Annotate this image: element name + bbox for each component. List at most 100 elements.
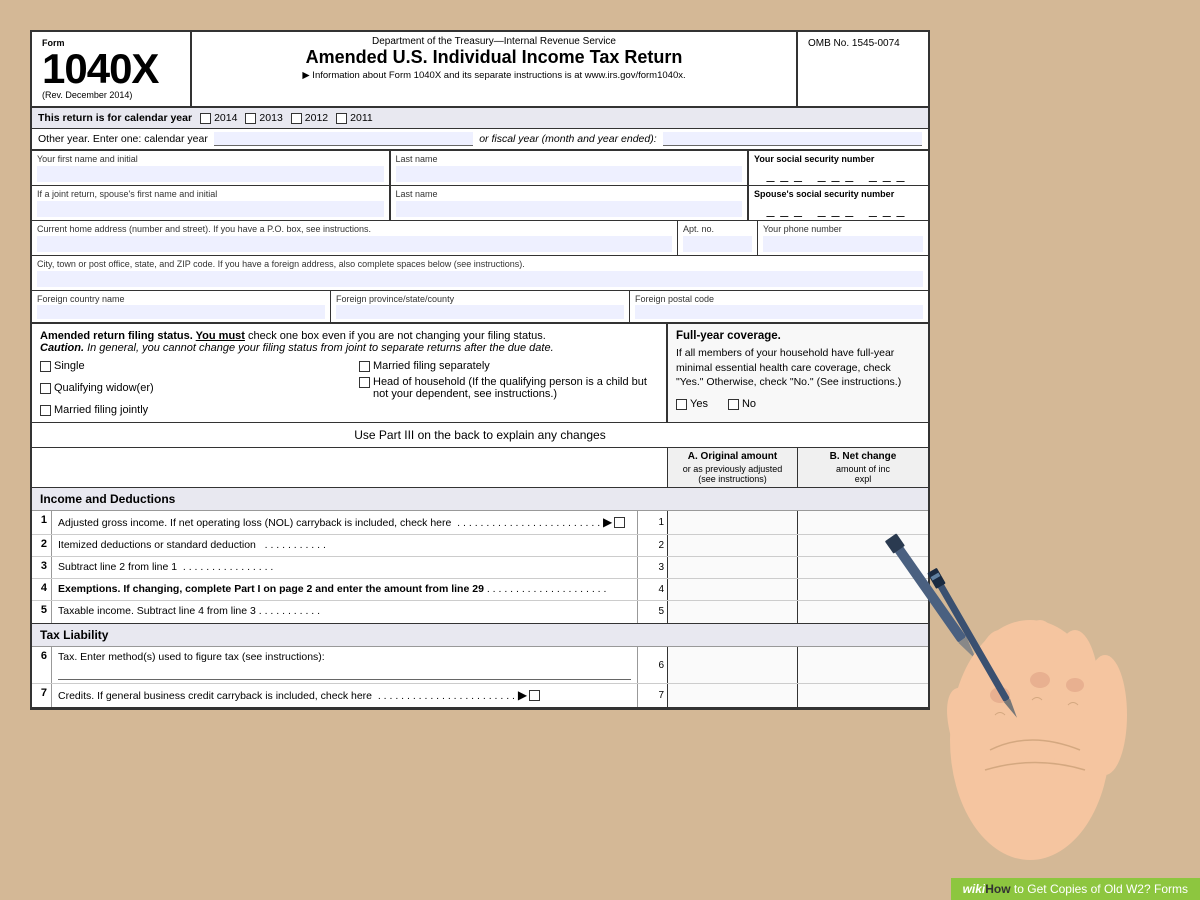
filing-single[interactable]: Single (40, 360, 339, 372)
label-widow: Qualifying widow(er) (54, 382, 154, 394)
cb-yes[interactable] (676, 399, 687, 410)
header-center: Department of the Treasury—Internal Reve… (192, 32, 798, 106)
income-section: Income and Deductions 1 Adjusted gross i… (32, 488, 928, 624)
col-b-label: B. Net change (802, 451, 924, 462)
line-6-row: 6 Tax. Enter method(s) used to figure ta… (32, 647, 928, 685)
caution-text: In general, you cannot change your filin… (87, 342, 554, 354)
col-b-sub: amount of inc (802, 464, 924, 474)
last-name-label: Last name (396, 154, 743, 164)
foreign-postal-cell: Foreign postal code (630, 291, 928, 322)
ssn-label: Your social security number (754, 154, 923, 164)
label-yes: Yes (690, 398, 708, 410)
col-a-label: A. Original amount (672, 451, 793, 462)
line-6-col-a[interactable] (668, 647, 798, 684)
cb-head-household[interactable] (359, 377, 370, 388)
line-1-col-b[interactable] (798, 511, 928, 534)
line-3-desc: Subtract line 2 from line 1 . . . . . . … (52, 557, 638, 578)
year-2014[interactable]: 2014 (200, 112, 237, 124)
col-a-sub2: (see instructions) (672, 474, 793, 484)
filing-title-bold: Amended return filing status. You must (40, 330, 245, 342)
line-5-num: 5 (32, 601, 52, 623)
city-row: City, town or post office, state, and ZI… (32, 256, 928, 291)
address-input[interactable] (37, 236, 672, 252)
cb-no[interactable] (728, 399, 739, 410)
full-year-text: If all members of your household have fu… (676, 346, 920, 390)
line-2-desc: Itemized deductions or standard deductio… (52, 535, 638, 556)
year-2013-label: 2013 (259, 112, 282, 124)
year-2011[interactable]: 2011 (336, 112, 373, 124)
first-name-input[interactable] (37, 166, 384, 182)
line-4-col-b[interactable] (798, 579, 928, 600)
last-name-input[interactable] (396, 166, 743, 182)
line-2-num: 2 (32, 535, 52, 556)
spouse-ssn-dashes: ___ ___ ___ (754, 201, 923, 217)
filing-married-sep[interactable]: Married filing separately (359, 360, 658, 372)
city-label: City, town or post office, state, and ZI… (37, 259, 923, 269)
phone-input[interactable] (763, 236, 923, 252)
line-6-col-b[interactable] (798, 647, 928, 684)
label-married-joint: Married filing jointly (54, 404, 148, 416)
line-7-col-a[interactable] (668, 684, 798, 707)
foreign-country-input[interactable] (37, 305, 325, 319)
line-3-col-b[interactable] (798, 557, 928, 578)
label-married-sep: Married filing separately (373, 360, 490, 372)
spouse-name-row: If a joint return, spouse's first name a… (32, 186, 928, 221)
checkbox-2013[interactable] (245, 113, 256, 124)
cb-nol[interactable] (614, 517, 625, 528)
filing-head-household[interactable]: Head of household (If the qualifying per… (359, 376, 658, 400)
line-5-col-b[interactable] (798, 601, 928, 623)
fiscal-year-input[interactable] (663, 132, 922, 146)
spouse-first-input[interactable] (37, 201, 384, 217)
apt-input[interactable] (683, 236, 752, 252)
part3-row: Use Part III on the back to explain any … (32, 423, 928, 448)
spouse-ssn-cell: Spouse's social security number ___ ___ … (748, 186, 928, 220)
line-5-col-a[interactable] (668, 601, 798, 623)
cb-married-joint[interactable] (40, 405, 51, 416)
line-2-col-a[interactable] (668, 535, 798, 556)
year-2012[interactable]: 2012 (291, 112, 328, 124)
cb-biz-credit[interactable] (529, 690, 540, 701)
line-1-row: 1 Adjusted gross income. If net operatin… (32, 511, 928, 535)
line-3-num: 3 (32, 557, 52, 578)
line-1-ref: 1 (638, 511, 668, 534)
col-b-header: B. Net change amount of inc expl (798, 448, 928, 487)
filing-widow[interactable]: Qualifying widow(er) (40, 376, 339, 400)
full-year-yes-no: Yes No (676, 398, 920, 410)
cb-married-sep[interactable] (359, 361, 370, 372)
foreign-postal-input[interactable] (635, 305, 923, 319)
spouse-first-label: If a joint return, spouse's first name a… (37, 189, 384, 199)
wikihow-suffix: to Get Copies of Old W2? Forms (1011, 882, 1188, 896)
line-3-col-a[interactable] (668, 557, 798, 578)
filing-married-joint[interactable]: Married filing jointly (40, 404, 339, 416)
other-year-input[interactable] (214, 132, 473, 146)
business-text: business (144, 690, 185, 702)
line-4-col-a[interactable] (668, 579, 798, 600)
checkbox-2012[interactable] (291, 113, 302, 124)
full-year-section: Full-year coverage. If all members of yo… (668, 324, 928, 422)
line-2-col-b[interactable] (798, 535, 928, 556)
spouse-last-input[interactable] (396, 201, 743, 217)
full-year-no[interactable]: No (728, 398, 756, 410)
foreign-province-input[interactable] (336, 305, 624, 319)
or-text: or fiscal year (month and year ended): (479, 133, 656, 145)
label-single: Single (54, 360, 85, 372)
line-7-col-b[interactable] (798, 684, 928, 707)
filing-left: Amended return filing status. You must c… (32, 324, 668, 422)
city-input[interactable] (37, 271, 923, 287)
checkbox-2014[interactable] (200, 113, 211, 124)
line-1-col-a[interactable] (668, 511, 798, 534)
spouse-last-label: Last name (396, 189, 743, 199)
line-3-ref: 3 (638, 557, 668, 578)
cb-single[interactable] (40, 361, 51, 372)
year-2013[interactable]: 2013 (245, 112, 282, 124)
phone-cell: Your phone number (758, 221, 928, 255)
line-3-row: 3 Subtract line 2 from line 1 . . . . . … (32, 557, 928, 579)
foreign-row: Foreign country name Foreign province/st… (32, 291, 928, 324)
foreign-postal-label: Foreign postal code (635, 294, 923, 304)
line-4-num: 4 (32, 579, 52, 600)
address-label: Current home address (number and street)… (37, 224, 672, 234)
checkbox-2011[interactable] (336, 113, 347, 124)
full-year-yes[interactable]: Yes (676, 398, 708, 410)
label-no: No (742, 398, 756, 410)
cb-widow[interactable] (40, 383, 51, 394)
